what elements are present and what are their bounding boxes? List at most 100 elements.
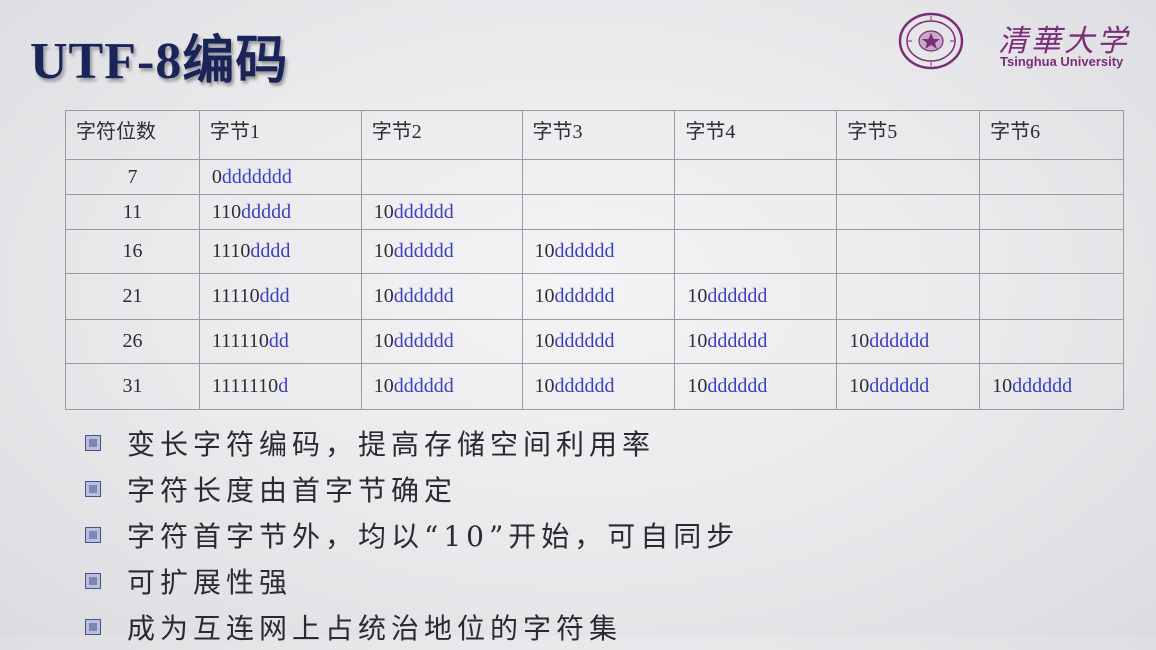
byte-cell: 10dddddd	[360, 229, 523, 274]
byte-cell	[836, 194, 981, 230]
byte-data-bits: ddddd	[241, 200, 292, 223]
byte-prefix: 10	[534, 375, 555, 397]
byte-prefix: 11110	[211, 285, 260, 307]
byte-cell: 10dddddd	[360, 319, 523, 364]
byte-data-bits: dddddd	[554, 240, 615, 262]
bit-count-cell: 26	[65, 319, 200, 364]
byte-cell	[674, 229, 838, 274]
byte-cell	[979, 159, 1124, 195]
byte-prefix: 10	[992, 375, 1013, 397]
byte-prefix: 10	[687, 285, 708, 307]
bit-count-cell: 11	[65, 194, 200, 230]
byte-data-bits: dddddd	[393, 330, 454, 352]
byte-data-bits: dddddd	[707, 330, 768, 352]
byte-data-bits: dddddd	[393, 375, 454, 397]
byte-prefix: 10	[373, 200, 394, 223]
byte-prefix: 10	[534, 330, 555, 352]
byte-prefix: 10	[373, 330, 394, 352]
byte-cell	[979, 273, 1124, 320]
byte-cell: 11110ddd	[198, 273, 362, 320]
table-row: 21 11110ddd 10dddddd 10dddddd 10dddddd	[65, 273, 1124, 320]
byte-data-bits: dd	[268, 330, 289, 352]
bit-count-cell: 7	[65, 159, 200, 195]
bullet-text: 字符首字节外，均以“10”开始，可自同步	[127, 520, 740, 553]
byte-cell	[979, 319, 1124, 364]
byte-cell: 0ddddddd	[198, 159, 362, 195]
byte-data-bits: ddddddd	[221, 165, 292, 188]
byte-cell: 1110dddd	[198, 229, 362, 274]
bullet-item: 字符长度由首字节确定	[85, 466, 739, 512]
byte-cell: 10dddddd	[836, 319, 981, 364]
byte-data-bits: dddddd	[393, 200, 454, 223]
table-row: 11 110ddddd 10dddddd	[65, 194, 1124, 230]
header-byte-1: 字节1	[198, 110, 362, 160]
byte-cell: 10dddddd	[521, 363, 676, 410]
byte-prefix: 110	[211, 200, 242, 223]
slide-title: UTF-8编码	[30, 33, 289, 90]
byte-data-bits: dddddd	[393, 285, 454, 307]
bullet-text: 变长字符编码，提高存储空间利用率	[127, 428, 656, 461]
byte-data-bits: d	[278, 375, 289, 397]
byte-cell	[979, 229, 1124, 274]
bit-count-cell: 31	[65, 363, 200, 410]
byte-data-bits: dddddd	[869, 375, 930, 397]
byte-cell	[836, 273, 981, 320]
byte-prefix: 10	[373, 240, 394, 262]
bullet-text: 字符长度由首字节确定	[127, 474, 458, 507]
square-bullet-icon	[85, 573, 101, 589]
byte-data-bits: ddd	[259, 285, 290, 307]
bit-count-cell: 16	[65, 229, 200, 274]
byte-prefix: 111110	[211, 330, 269, 352]
byte-cell: 10dddddd	[360, 194, 523, 230]
byte-cell	[674, 159, 838, 195]
university-seal-icon	[898, 12, 964, 70]
byte-cell: 1111110d	[198, 363, 362, 410]
logo-english-name: Tsinghua University	[1000, 54, 1124, 69]
byte-cell: 111110dd	[198, 319, 362, 364]
byte-prefix: 10	[373, 285, 394, 307]
byte-cell: 10dddddd	[674, 363, 838, 410]
byte-prefix: 10	[534, 285, 555, 307]
byte-prefix: 10	[687, 330, 708, 352]
byte-cell: 10dddddd	[521, 229, 676, 274]
byte-data-bits: dddddd	[1012, 375, 1073, 397]
table-row: 26 111110dd 10dddddd 10dddddd 10dddddd 10dddd…	[65, 319, 1124, 364]
byte-data-bits: dddddd	[554, 330, 615, 352]
bullet-item: 成为互连网上占统治地位的字符集	[85, 604, 739, 650]
header-byte-6: 字节6	[979, 110, 1124, 160]
university-logo: 清華大学 Tsinghua University	[898, 10, 1148, 76]
byte-prefix: 10	[534, 240, 555, 262]
byte-cell: 110ddddd	[198, 194, 362, 230]
byte-data-bits: dddddd	[707, 285, 768, 307]
byte-cell: 10dddddd	[979, 363, 1124, 410]
byte-data-bits: dddddd	[393, 240, 454, 262]
byte-data-bits: dddddd	[554, 285, 615, 307]
table-body: 字符位数 字节1 字节2 字节3 字节4 字节5 字节6 7 0ddddddd 11 110dddd…	[65, 110, 1124, 410]
byte-prefix: 1111110	[211, 375, 279, 397]
byte-data-bits: dddddd	[554, 375, 615, 397]
bullet-item: 可扩展性强	[85, 558, 739, 604]
square-bullet-icon	[85, 619, 101, 635]
byte-cell	[521, 159, 676, 195]
bullet-text: 可扩展性强	[127, 566, 293, 599]
header-byte-3: 字节3	[521, 110, 676, 160]
byte-prefix: 1110	[211, 240, 251, 262]
byte-cell	[836, 229, 981, 274]
square-bullet-icon	[85, 435, 101, 451]
table-row: 7 0ddddddd	[65, 159, 1124, 195]
byte-cell: 10dddddd	[521, 273, 676, 320]
byte-data-bits: dddd	[250, 240, 291, 262]
byte-cell: 10dddddd	[674, 319, 838, 364]
byte-prefix: 10	[849, 375, 870, 397]
byte-prefix: 0	[211, 165, 222, 188]
byte-cell	[979, 194, 1124, 230]
byte-prefix: 10	[687, 375, 708, 397]
byte-cell: 10dddddd	[360, 273, 523, 320]
byte-cell: 10dddddd	[360, 363, 523, 410]
byte-cell: 10dddddd	[836, 363, 981, 410]
bullet-list: 变长字符编码，提高存储空间利用率 字符长度由首字节确定字符首字节外，均以“10”开…	[85, 420, 739, 650]
byte-cell: 10dddddd	[521, 319, 676, 364]
header-bit-count: 字符位数	[65, 110, 200, 160]
byte-prefix: 10	[849, 330, 870, 352]
byte-data-bits: dddddd	[707, 375, 768, 397]
